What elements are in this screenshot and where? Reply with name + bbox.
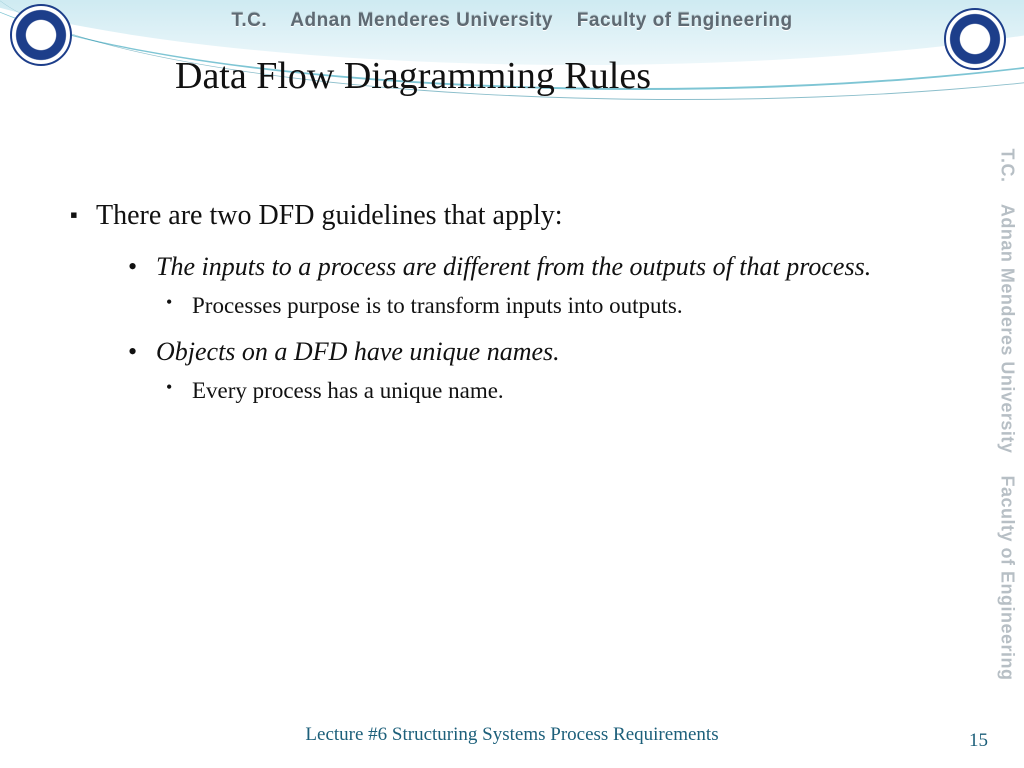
guideline-2: Objects on a DFD have unique names. bbox=[128, 335, 954, 369]
guideline-2-detail: Every process has a unique name. bbox=[166, 375, 954, 406]
header-university: Adnan Menderes University bbox=[290, 10, 553, 31]
header-text: T.C. Adnan Menderes University Faculty o… bbox=[0, 10, 1024, 32]
slide-title: Data Flow Diagramming Rules bbox=[175, 54, 651, 98]
footer-lecture-title: Lecture #6 Structuring Systems Process R… bbox=[0, 724, 1024, 746]
footer-page-number: 15 bbox=[969, 730, 988, 752]
bullet-level1: There are two DFD guidelines that apply: bbox=[70, 200, 954, 232]
guideline-1: The inputs to a process are different fr… bbox=[128, 250, 954, 284]
footer: Lecture #6 Structuring Systems Process R… bbox=[0, 724, 1024, 752]
header-faculty: Faculty of Engineering bbox=[577, 10, 793, 31]
slide-content: There are two DFD guidelines that apply:… bbox=[70, 200, 954, 420]
side-watermark-text: T.C. Adnan Menderes University Faculty o… bbox=[997, 148, 1018, 680]
guideline-1-detail: Processes purpose is to transform inputs… bbox=[166, 290, 954, 321]
header-tc: T.C. bbox=[231, 10, 267, 31]
side-watermark: T.C. Adnan Menderes University Faculty o… bbox=[990, 120, 1024, 708]
